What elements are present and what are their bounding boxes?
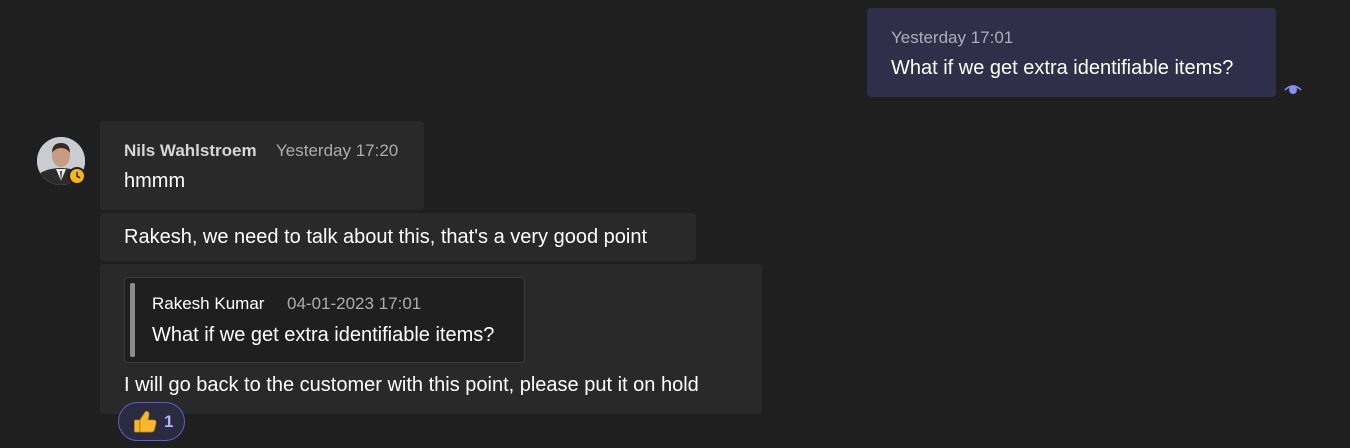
message-text: I will go back to the customer with this…	[124, 374, 699, 396]
message-timestamp: Yesterday 17:01	[891, 28, 1014, 47]
status-badge	[68, 167, 86, 185]
quoted-message[interactable]: Rakesh Kumar 04-01-2023 17:01 What if we…	[124, 277, 525, 363]
quoted-text: What if we get extra identifiable items?	[152, 324, 495, 346]
incoming-message-bubble[interactable]: Rakesh Kumar 04-01-2023 17:01 What if we…	[100, 264, 762, 414]
incoming-message-bubble[interactable]: Nils Wahlstroem Yesterday 17:20 hmmm	[100, 121, 424, 210]
outgoing-message-bubble[interactable]: Yesterday 17:01 What if we get extra ide…	[867, 8, 1276, 97]
message-timestamp: Yesterday 17:20	[276, 141, 399, 160]
away-clock-icon	[70, 169, 84, 183]
message-text: hmmm	[124, 170, 186, 192]
incoming-message-bubble[interactable]: Rakesh, we need to talk about this, that…	[100, 213, 696, 261]
reaction-count: 1	[164, 412, 174, 431]
quoted-author: Rakesh Kumar	[152, 294, 265, 313]
quote-bar	[130, 283, 135, 357]
message-text: Rakesh, we need to talk about this, that…	[124, 226, 648, 248]
thumbs-up-icon	[134, 411, 157, 433]
author-name[interactable]: Nils Wahlstroem	[124, 141, 257, 161]
reaction-button[interactable]: 1	[118, 402, 185, 441]
message-text: What if we get extra identifiable items?	[891, 57, 1234, 79]
quoted-timestamp: 04-01-2023 17:01	[287, 294, 422, 313]
read-receipt-eye-icon	[1284, 85, 1302, 94]
